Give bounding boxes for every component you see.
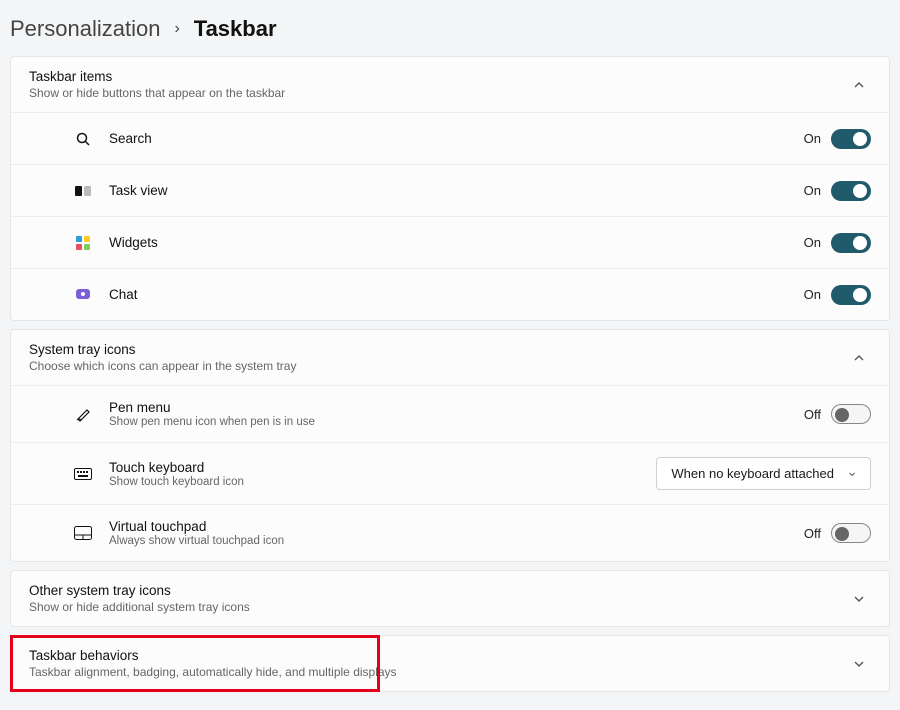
taskview-icon [71, 181, 95, 201]
toggle-state-label: Off [804, 407, 821, 422]
chat-icon [71, 285, 95, 305]
toggle-virtual-touchpad[interactable] [831, 523, 871, 543]
section-header-system-tray[interactable]: System tray icons Choose which icons can… [11, 330, 889, 385]
row-virtual-touchpad: Virtual touchpad Always show virtual tou… [11, 504, 889, 561]
section-taskbar-items: Taskbar items Show or hide buttons that … [10, 56, 890, 321]
breadcrumb-parent[interactable]: Personalization [10, 16, 160, 42]
toggle-state-label: On [804, 131, 821, 146]
chevron-down-icon[interactable] [847, 652, 871, 676]
row-label: Task view [109, 183, 804, 198]
section-subtitle: Show or hide buttons that appear on the … [29, 86, 847, 100]
row-label: Pen menu [109, 400, 804, 415]
section-title: Other system tray icons [29, 583, 847, 598]
row-label: Search [109, 131, 804, 146]
pen-icon [71, 404, 95, 424]
search-icon [71, 129, 95, 149]
section-other-tray: Other system tray icons Show or hide add… [10, 570, 890, 627]
section-subtitle: Taskbar alignment, badging, automaticall… [29, 665, 847, 679]
section-system-tray: System tray icons Choose which icons can… [10, 329, 890, 562]
toggle-search[interactable] [831, 129, 871, 149]
section-header-taskbar-behaviors[interactable]: Taskbar behaviors Taskbar alignment, bad… [11, 636, 889, 691]
page-title: Taskbar [194, 16, 277, 42]
toggle-task-view[interactable] [831, 181, 871, 201]
toggle-pen-menu[interactable] [831, 404, 871, 424]
breadcrumb: Personalization › Taskbar [10, 12, 890, 56]
row-label: Widgets [109, 235, 804, 250]
chevron-up-icon[interactable] [847, 346, 871, 370]
section-taskbar-behaviors: Taskbar behaviors Taskbar alignment, bad… [10, 635, 890, 692]
section-header-other-tray[interactable]: Other system tray icons Show or hide add… [11, 571, 889, 626]
chevron-down-icon[interactable] [847, 587, 871, 611]
row-sublabel: Show touch keyboard icon [109, 476, 656, 488]
select-touch-keyboard[interactable]: When no keyboard attached [656, 457, 871, 490]
toggle-chat[interactable] [831, 285, 871, 305]
row-label: Virtual touchpad [109, 519, 804, 534]
touchpad-icon [71, 523, 95, 543]
row-search: Search On [11, 112, 889, 164]
toggle-state-label: On [804, 287, 821, 302]
section-title: Taskbar items [29, 69, 847, 84]
section-subtitle: Show or hide additional system tray icon… [29, 600, 847, 614]
section-subtitle: Choose which icons can appear in the sys… [29, 359, 847, 373]
toggle-state-label: On [804, 235, 821, 250]
row-task-view: Task view On [11, 164, 889, 216]
row-label: Touch keyboard [109, 460, 656, 475]
chevron-up-icon[interactable] [847, 73, 871, 97]
toggle-widgets[interactable] [831, 233, 871, 253]
toggle-state-label: Off [804, 526, 821, 541]
section-title: Taskbar behaviors [29, 648, 847, 663]
section-header-taskbar-items[interactable]: Taskbar items Show or hide buttons that … [11, 57, 889, 112]
row-sublabel: Show pen menu icon when pen is in use [109, 416, 804, 428]
row-sublabel: Always show virtual touchpad icon [109, 535, 804, 547]
toggle-state-label: On [804, 183, 821, 198]
widgets-icon [71, 233, 95, 253]
section-title: System tray icons [29, 342, 847, 357]
row-pen-menu: Pen menu Show pen menu icon when pen is … [11, 385, 889, 442]
row-chat: Chat On [11, 268, 889, 320]
row-touch-keyboard: Touch keyboard Show touch keyboard icon … [11, 442, 889, 504]
row-label: Chat [109, 287, 804, 302]
chevron-right-icon: › [174, 20, 179, 38]
row-widgets: Widgets On [11, 216, 889, 268]
keyboard-icon [71, 464, 95, 484]
